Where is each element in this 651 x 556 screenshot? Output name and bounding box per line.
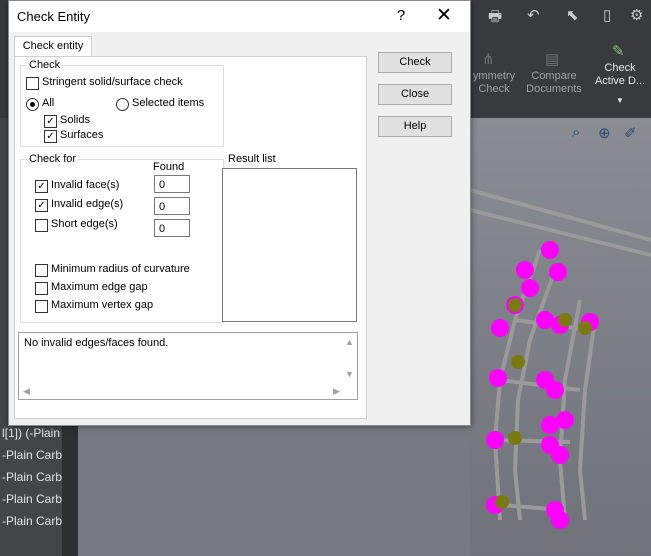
tree-row[interactable]: -Plain Carbo (2, 514, 69, 528)
scroll-right-icon[interactable]: ▶ (333, 386, 340, 397)
tree-scrollbar[interactable] (62, 424, 78, 556)
symmetry-check-icon: ⋔ (482, 51, 495, 68)
surfaces-label: Surfaces (60, 129, 104, 141)
tab-check-entity[interactable]: Check entity (14, 36, 92, 57)
radio-dot (30, 102, 35, 107)
dialog-title: Check Entity (17, 9, 90, 24)
selected-items-label: Selected items (132, 97, 205, 109)
compare-documents-icon: ▤ (545, 51, 560, 68)
symmetry-check-button[interactable]: ymmetry Check (470, 70, 518, 96)
max-vertex-gap-label: Maximum vertex gap (51, 299, 154, 311)
dialog-titlebar: Check Entity ? ✕ (9, 1, 470, 32)
check-group-title: Check (27, 59, 63, 71)
tree-row[interactable]: -Plain Carbo (2, 492, 69, 506)
print-icon[interactable]: 🖶 (488, 6, 502, 31)
selected-items-radio[interactable] (116, 98, 129, 111)
stringent-check-checkbox[interactable] (26, 77, 39, 90)
help-question-icon[interactable]: ? (389, 5, 413, 27)
min-radius-label: Minimum radius of curvature (51, 263, 190, 275)
invalid-edges-checkbox[interactable]: ✓ (35, 199, 48, 212)
scroll-down-icon[interactable]: ▼ (345, 369, 354, 379)
compare-documents-button[interactable]: Compare Documents (522, 70, 586, 96)
surfaces-checkbox[interactable]: ✓ (44, 130, 57, 143)
short-edges-checkbox[interactable] (35, 219, 48, 232)
max-edge-gap-checkbox[interactable] (35, 282, 48, 295)
invalid-edges-label: Invalid edge(s) (51, 198, 124, 210)
max-vertex-gap-checkbox[interactable] (35, 300, 48, 313)
undo-icon[interactable]: ↶ (527, 6, 540, 24)
rebuild-icon[interactable]: ▯ (603, 6, 611, 24)
invalid-edges-found: 0 (154, 197, 190, 215)
message-text: No invalid edges/faces found. (24, 337, 169, 349)
frame-model (470, 188, 651, 529)
scroll-left-icon[interactable]: ◀ (23, 386, 30, 397)
stringent-check-label: Stringent solid/surface check (42, 76, 183, 88)
all-label: All (42, 97, 55, 109)
invalid-faces-checkbox[interactable]: ✓ (35, 180, 48, 193)
short-edges-label: Short edge(s) (51, 218, 118, 230)
previous-view-icon[interactable]: ✐ (624, 124, 637, 142)
dropdown-arrow-icon[interactable]: ▼ (616, 96, 624, 105)
solids-checkbox[interactable]: ✓ (44, 115, 57, 128)
tree-row[interactable]: -Plain Carbo (2, 470, 69, 484)
options-icon[interactable]: ⚙ (630, 6, 643, 24)
short-edges-found: 0 (154, 219, 190, 237)
check-active-document-button[interactable]: Check Active D... (590, 62, 650, 88)
check-active-document-icon: ✎ (612, 43, 625, 60)
invalid-faces-label: Invalid face(s) (51, 179, 120, 191)
min-radius-checkbox[interactable] (35, 264, 48, 277)
scroll-up-icon[interactable]: ▲ (345, 337, 354, 347)
message-area: No invalid edges/faces found. ▲ ▼ ◀ ▶ (18, 332, 358, 400)
close-icon[interactable]: ✕ (429, 5, 459, 27)
result-list-label: Result list (228, 153, 276, 165)
tree-row[interactable]: -Plain Carbo (2, 448, 69, 462)
check-button[interactable]: Check (378, 52, 452, 73)
zoom-to-fit-icon[interactable]: ⌕ (572, 124, 580, 141)
check-for-title: Check for (27, 153, 79, 165)
check-entity-dialog: Check Entity ? ✕ Check entity Check Stri… (8, 0, 471, 426)
max-edge-gap-label: Maximum edge gap (51, 281, 148, 293)
invalid-faces-found: 0 (154, 175, 190, 193)
tree-row[interactable]: l[1]) (-Plain (2, 426, 60, 440)
found-header: Found (153, 161, 185, 173)
select-icon[interactable]: ⬉ (566, 6, 579, 24)
help-button[interactable]: Help (378, 116, 452, 137)
solids-label: Solids (60, 114, 90, 126)
zoom-area-icon[interactable]: ⊕ (598, 124, 611, 142)
result-list[interactable] (222, 168, 357, 322)
all-radio[interactable] (26, 98, 39, 111)
close-button[interactable]: Close (378, 84, 452, 105)
